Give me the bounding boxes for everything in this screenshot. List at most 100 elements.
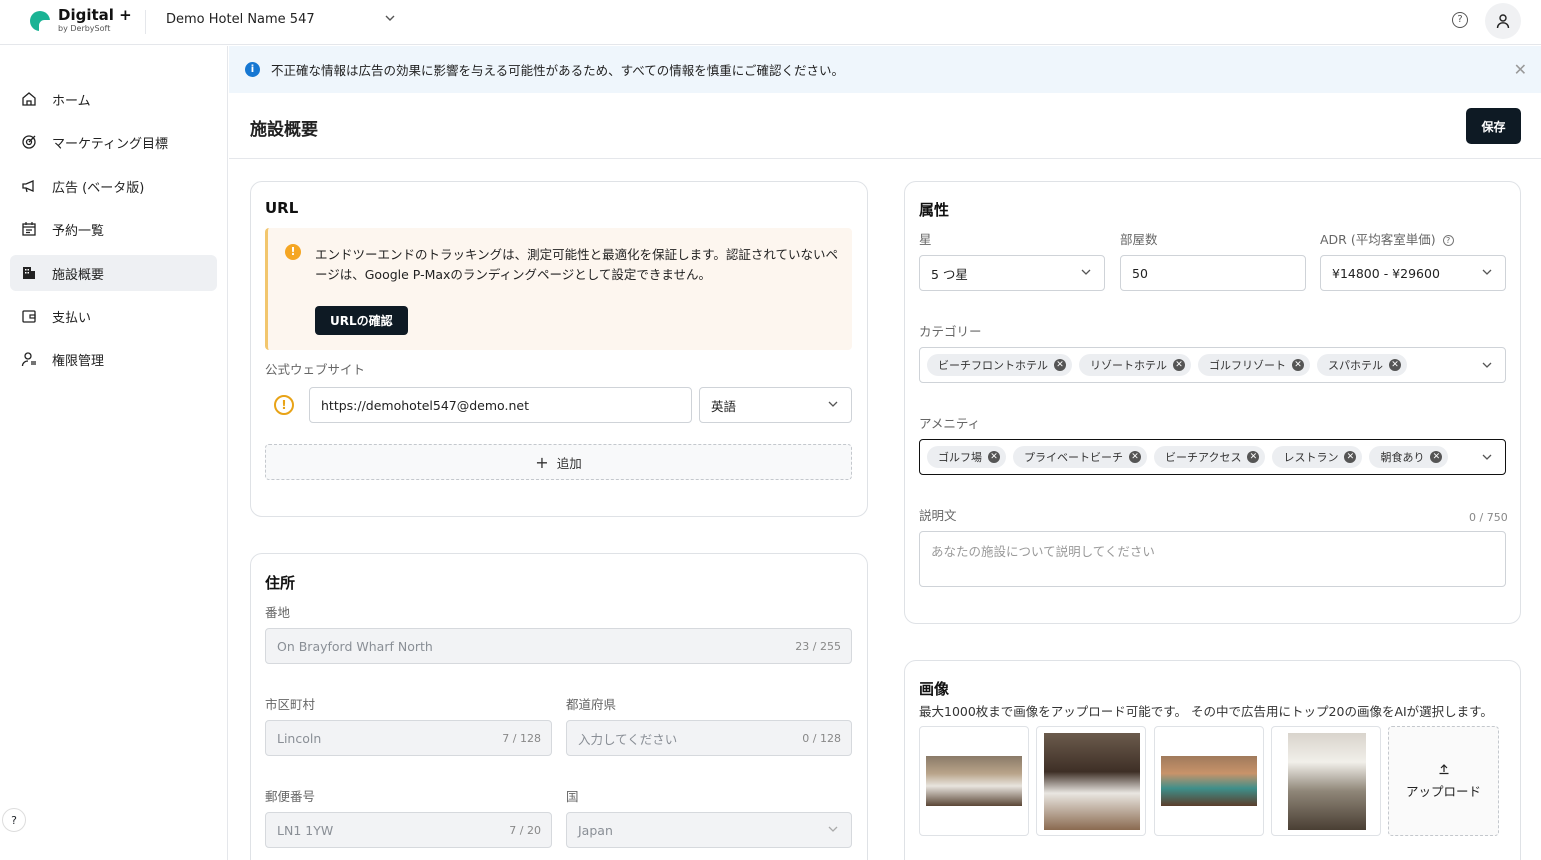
- amenity-chip: プライベートビーチ ✕: [1013, 446, 1147, 468]
- amenity-multiselect[interactable]: ゴルフ場 ✕ プライベートビーチ ✕ ビーチアクセス ✕ レストラン ✕ 朝食あり ✕: [919, 439, 1506, 475]
- wallet-icon: [20, 307, 38, 325]
- images-subtitle: 最大1000枚まで画像をアップロード可能です。 その中で広告用にトップ20の画像…: [919, 704, 1493, 719]
- target-icon: [20, 133, 38, 151]
- chevron-down-icon: [384, 12, 396, 24]
- help-icon[interactable]: ?: [1452, 12, 1468, 28]
- category-multiselect[interactable]: ビーチフロントホテル ✕ リゾートホテル ✕ ゴルフリゾート ✕ スパホテル ✕: [919, 347, 1506, 383]
- hotel-image-thumbnail[interactable]: [1036, 726, 1146, 836]
- banner-text: 不正確な情報は広告の効果に影響を与える可能性があるため、すべての情報を慎重にご確…: [271, 63, 845, 78]
- hotel-image-thumbnail[interactable]: [919, 726, 1029, 836]
- chevron-down-icon: [1481, 451, 1493, 463]
- description-textarea[interactable]: あなたの施設について説明してください: [919, 531, 1506, 587]
- category-chip: スパホテル ✕: [1317, 354, 1407, 376]
- add-website-button[interactable]: + 追加: [265, 444, 852, 480]
- description-label: 説明文: [919, 508, 957, 523]
- add-label: 追加: [556, 455, 582, 471]
- warning-icon: !: [285, 244, 301, 260]
- remove-chip-icon[interactable]: ✕: [1247, 451, 1260, 463]
- sidebar: ホーム マーケティング目標 広告 (ベータ版) 予約一覧 施設概要 支払い 権限…: [0, 46, 228, 860]
- postal-count: 7 / 20: [509, 823, 541, 837]
- remove-chip-icon[interactable]: ✕: [1054, 359, 1066, 371]
- rooms-value: 50: [1132, 265, 1148, 281]
- page-title: 施設概要: [250, 120, 318, 140]
- rooms-input[interactable]: 50: [1120, 255, 1306, 291]
- category-chip: ビーチフロントホテル ✕: [927, 354, 1072, 376]
- address-card-title: 住所: [265, 574, 296, 592]
- amenity-chip: ビーチアクセス ✕: [1154, 446, 1266, 468]
- description-placeholder: あなたの施設について説明してください: [931, 544, 1155, 559]
- chevron-down-icon: [1080, 266, 1092, 278]
- city-input[interactable]: Lincoln 7 / 128: [265, 720, 552, 756]
- brand-subtitle: by DerbySoft: [58, 24, 111, 33]
- info-icon: i: [245, 62, 260, 77]
- sidebar-item-label: ホーム: [52, 93, 91, 109]
- amenity-label: アメニティ: [919, 416, 981, 431]
- chip-label: リゾートホテル: [1090, 359, 1167, 372]
- category-chip: ゴルフリゾート ✕: [1198, 354, 1310, 376]
- user-settings-icon: [20, 350, 38, 368]
- user-avatar[interactable]: [1485, 3, 1521, 39]
- postal-input[interactable]: LN1 1YW 7 / 20: [265, 812, 552, 848]
- sidebar-item-property[interactable]: 施設概要: [10, 255, 217, 291]
- postal-label: 郵便番号: [265, 789, 316, 804]
- country-label: 国: [566, 789, 579, 804]
- star-label: 星: [919, 232, 932, 247]
- question-icon[interactable]: ?: [1442, 235, 1454, 246]
- home-icon: [20, 90, 38, 108]
- adr-label-text: ADR (平均客室単価): [1320, 232, 1436, 247]
- language-select[interactable]: 英語: [699, 387, 852, 423]
- hotel-name: Demo Hotel Name 547: [166, 12, 315, 27]
- hotel-selector[interactable]: Demo Hotel Name 547: [166, 12, 396, 27]
- remove-chip-icon[interactable]: ✕: [1292, 359, 1304, 371]
- street-label: 番地: [265, 605, 291, 620]
- remove-chip-icon[interactable]: ✕: [1344, 451, 1357, 463]
- street-count: 23 / 255: [795, 639, 841, 653]
- street-value: On Brayford Wharf North: [277, 638, 433, 654]
- room-photo: [1044, 733, 1140, 830]
- header-divider: [145, 10, 146, 34]
- country-value: Japan: [578, 822, 613, 838]
- info-banner: i 不正確な情報は広告の効果に影響を与える可能性があるため、すべての情報を慎重に…: [229, 46, 1541, 93]
- website-input[interactable]: https://demohotel547@demo.net: [309, 387, 692, 423]
- street-input[interactable]: On Brayford Wharf North 23 / 255: [265, 628, 852, 664]
- remove-chip-icon[interactable]: ✕: [1173, 359, 1185, 371]
- star-select[interactable]: 5 つ星: [919, 255, 1105, 291]
- sidebar-item-bookings[interactable]: 予約一覧: [10, 211, 217, 247]
- sidebar-item-permissions[interactable]: 権限管理: [10, 341, 217, 377]
- tracking-warning: ! エンドツーエンドのトラッキングは、測定可能性と最適化を保証します。認証されて…: [265, 228, 852, 350]
- save-button[interactable]: 保存: [1466, 108, 1521, 144]
- prefecture-count: 0 / 128: [802, 731, 841, 745]
- top-bar: Digital + by DerbySoft Demo Hotel Name 5…: [0, 0, 1541, 45]
- city-value: Lincoln: [277, 730, 322, 746]
- sidebar-item-home[interactable]: ホーム: [10, 81, 217, 117]
- city-label: 市区町村: [265, 697, 316, 712]
- adr-select[interactable]: ¥14800 - ¥29600: [1320, 255, 1506, 291]
- help-icon[interactable]: ?: [2, 808, 26, 832]
- remove-chip-icon[interactable]: ✕: [1430, 451, 1443, 463]
- url-card-title: URL: [265, 199, 299, 217]
- country-select[interactable]: Japan: [566, 812, 852, 848]
- hotel-image-thumbnail[interactable]: [1271, 726, 1381, 836]
- sidebar-item-label: 広告 (ベータ版): [52, 180, 145, 196]
- upload-label: アップロード: [1405, 783, 1481, 799]
- prefecture-input[interactable]: 入力してください 0 / 128: [566, 720, 852, 756]
- language-value: 英語: [711, 398, 737, 414]
- hotel-image-thumbnail[interactable]: [1154, 726, 1264, 836]
- sidebar-item-marketing-goals[interactable]: マーケティング目標: [10, 124, 217, 160]
- sidebar-item-ads[interactable]: 広告 (ベータ版): [10, 168, 217, 204]
- sidebar-item-payments[interactable]: 支払い: [10, 298, 217, 334]
- city-count: 7 / 128: [502, 731, 541, 745]
- remove-chip-icon[interactable]: ✕: [1129, 451, 1141, 463]
- close-icon[interactable]: ✕: [1514, 60, 1527, 79]
- website-label: 公式ウェブサイト: [265, 362, 366, 377]
- pool-photo: [1161, 756, 1257, 806]
- remove-chip-icon[interactable]: ✕: [1389, 359, 1401, 371]
- chip-label: ゴルフリゾート: [1209, 359, 1286, 372]
- brand-logo[interactable]: Digital + by DerbySoft: [30, 8, 132, 33]
- sidebar-item-label: マーケティング目標: [52, 136, 168, 152]
- verify-url-button[interactable]: URLの確認: [315, 306, 408, 335]
- upload-button[interactable]: アップロード: [1388, 726, 1499, 836]
- calendar-icon: [20, 220, 38, 238]
- remove-chip-icon[interactable]: ✕: [988, 451, 1000, 463]
- attributes-card-title: 属性: [919, 201, 950, 219]
